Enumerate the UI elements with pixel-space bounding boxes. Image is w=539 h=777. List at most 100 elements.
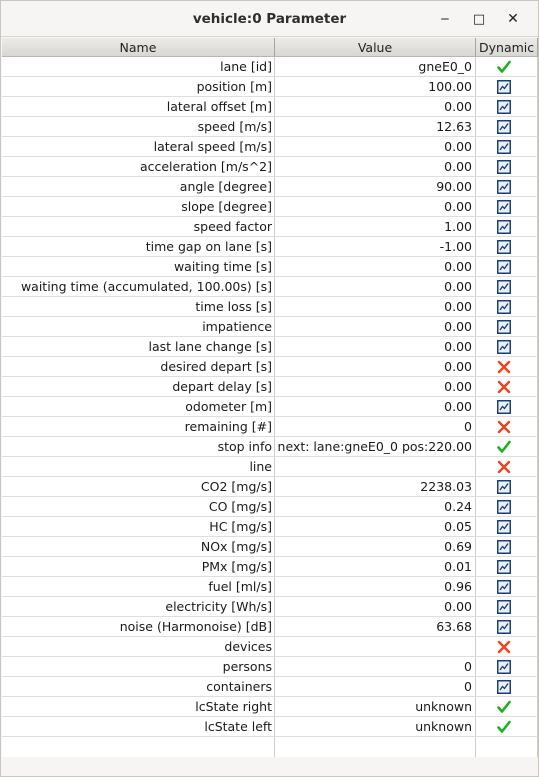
- table-row[interactable]: depart delay [s] 0.00: [2, 377, 538, 397]
- table-row[interactable]: slope [degree] 0.00: [2, 197, 538, 217]
- table-row[interactable]: fuel [ml/s] 0.96: [2, 577, 538, 597]
- table-row[interactable]: stop info next: lane:gneE0_0 pos:220.00: [2, 437, 538, 457]
- chart-icon[interactable]: [496, 519, 511, 534]
- open-chart-button[interactable]: [476, 77, 538, 96]
- table-row[interactable]: CO [mg/s] 0.24: [2, 497, 538, 517]
- chart-icon[interactable]: [496, 579, 511, 594]
- column-header-dynamic[interactable]: Dynamic: [476, 38, 538, 56]
- row-name: remaining [#]: [2, 417, 275, 436]
- chart-icon[interactable]: [496, 499, 511, 514]
- open-chart-button[interactable]: [476, 597, 538, 616]
- table-row[interactable]: persons 0: [2, 657, 538, 677]
- chart-icon[interactable]: [496, 299, 511, 314]
- open-chart-button[interactable]: [476, 197, 538, 216]
- cross-icon: [497, 360, 510, 373]
- table-row[interactable]: NOx [mg/s] 0.69: [2, 537, 538, 557]
- chart-icon[interactable]: [496, 339, 511, 354]
- chart-icon[interactable]: [496, 119, 511, 134]
- open-chart-button[interactable]: [476, 497, 538, 516]
- minimize-button[interactable]: ‒: [428, 7, 462, 31]
- title-bar[interactable]: vehicle:0 Parameter ‒ □ ✕: [1, 1, 538, 37]
- column-header-name[interactable]: Name: [2, 38, 275, 56]
- row-name: noise (Harmonoise) [dB]: [2, 617, 275, 636]
- table-row[interactable]: time loss [s] 0.00: [2, 297, 538, 317]
- chart-icon[interactable]: [496, 159, 511, 174]
- table-row[interactable]: acceleration [m/s^2] 0.00: [2, 157, 538, 177]
- table-row[interactable]: line: [2, 457, 538, 477]
- chart-icon[interactable]: [496, 259, 511, 274]
- table-row[interactable]: speed [m/s] 12.63: [2, 117, 538, 137]
- open-chart-button[interactable]: [476, 217, 538, 236]
- chart-icon[interactable]: [496, 599, 511, 614]
- table-row[interactable]: position [m] 100.00: [2, 77, 538, 97]
- chart-icon[interactable]: [496, 199, 511, 214]
- chart-icon[interactable]: [496, 539, 511, 554]
- open-chart-button[interactable]: [476, 177, 538, 196]
- chart-icon[interactable]: [496, 559, 511, 574]
- chart-icon[interactable]: [496, 619, 511, 634]
- chart-icon[interactable]: [496, 659, 511, 674]
- dynamic-status: [476, 697, 538, 716]
- open-chart-button[interactable]: [476, 517, 538, 536]
- row-name: electricity [Wh/s]: [2, 597, 275, 616]
- table-row[interactable]: HC [mg/s] 0.05: [2, 517, 538, 537]
- chart-icon[interactable]: [496, 179, 511, 194]
- table-row[interactable]: lateral speed [m/s] 0.00: [2, 137, 538, 157]
- table-row[interactable]: desired depart [s] 0.00: [2, 357, 538, 377]
- table-row[interactable]: lane [id] gneE0_0: [2, 57, 538, 77]
- column-header-value[interactable]: Value: [275, 38, 476, 56]
- table-row[interactable]: containers 0: [2, 677, 538, 697]
- open-chart-button[interactable]: [476, 617, 538, 636]
- table-row[interactable]: devices: [2, 637, 538, 657]
- open-chart-button[interactable]: [476, 317, 538, 336]
- open-chart-button[interactable]: [476, 577, 538, 596]
- open-chart-button[interactable]: [476, 297, 538, 316]
- open-chart-button[interactable]: [476, 537, 538, 556]
- table-row[interactable]: PMx [mg/s] 0.01: [2, 557, 538, 577]
- table-row[interactable]: noise (Harmonoise) [dB] 63.68: [2, 617, 538, 637]
- open-chart-button[interactable]: [476, 157, 538, 176]
- table-row[interactable]: angle [degree] 90.00: [2, 177, 538, 197]
- chart-icon[interactable]: [496, 79, 511, 94]
- open-chart-button[interactable]: [476, 477, 538, 496]
- table-row[interactable]: lateral offset [m] 0.00: [2, 97, 538, 117]
- table-body: lane [id] gneE0_0 position [m] 100.00 latera…: [2, 57, 538, 737]
- table-row[interactable]: waiting time (accumulated, 100.00s) [s] 0…: [2, 277, 538, 297]
- table-row[interactable]: waiting time [s] 0.00: [2, 257, 538, 277]
- chart-icon[interactable]: [496, 679, 511, 694]
- table-row[interactable]: last lane change [s] 0.00: [2, 337, 538, 357]
- table-row[interactable]: remaining [#] 0: [2, 417, 538, 437]
- chart-icon[interactable]: [496, 279, 511, 294]
- open-chart-button[interactable]: [476, 657, 538, 676]
- table-row[interactable]: odometer [m] 0.00: [2, 397, 538, 417]
- row-name: speed factor: [2, 217, 275, 236]
- open-chart-button[interactable]: [476, 677, 538, 696]
- table-row[interactable]: time gap on lane [s] -1.00: [2, 237, 538, 257]
- open-chart-button[interactable]: [476, 397, 538, 416]
- chart-icon[interactable]: [496, 219, 511, 234]
- table-row[interactable]: impatience 0.00: [2, 317, 538, 337]
- open-chart-button[interactable]: [476, 137, 538, 156]
- close-button[interactable]: ✕: [496, 7, 530, 31]
- table-row[interactable]: lcState right unknown: [2, 697, 538, 717]
- table-row[interactable]: speed factor 1.00: [2, 217, 538, 237]
- chart-icon[interactable]: [496, 239, 511, 254]
- open-chart-button[interactable]: [476, 117, 538, 136]
- open-chart-button[interactable]: [476, 257, 538, 276]
- check-icon: [496, 720, 511, 733]
- open-chart-button[interactable]: [476, 237, 538, 256]
- table-row[interactable]: CO2 [mg/s] 2238.03: [2, 477, 538, 497]
- open-chart-button[interactable]: [476, 337, 538, 356]
- chart-icon[interactable]: [496, 319, 511, 334]
- row-name: speed [m/s]: [2, 117, 275, 136]
- maximize-button[interactable]: □: [462, 7, 496, 31]
- table-row[interactable]: lcState left unknown: [2, 717, 538, 737]
- open-chart-button[interactable]: [476, 557, 538, 576]
- open-chart-button[interactable]: [476, 277, 538, 296]
- chart-icon[interactable]: [496, 479, 511, 494]
- chart-icon[interactable]: [496, 99, 511, 114]
- chart-icon[interactable]: [496, 399, 511, 414]
- open-chart-button[interactable]: [476, 97, 538, 116]
- chart-icon[interactable]: [496, 139, 511, 154]
- table-row[interactable]: electricity [Wh/s] 0.00: [2, 597, 538, 617]
